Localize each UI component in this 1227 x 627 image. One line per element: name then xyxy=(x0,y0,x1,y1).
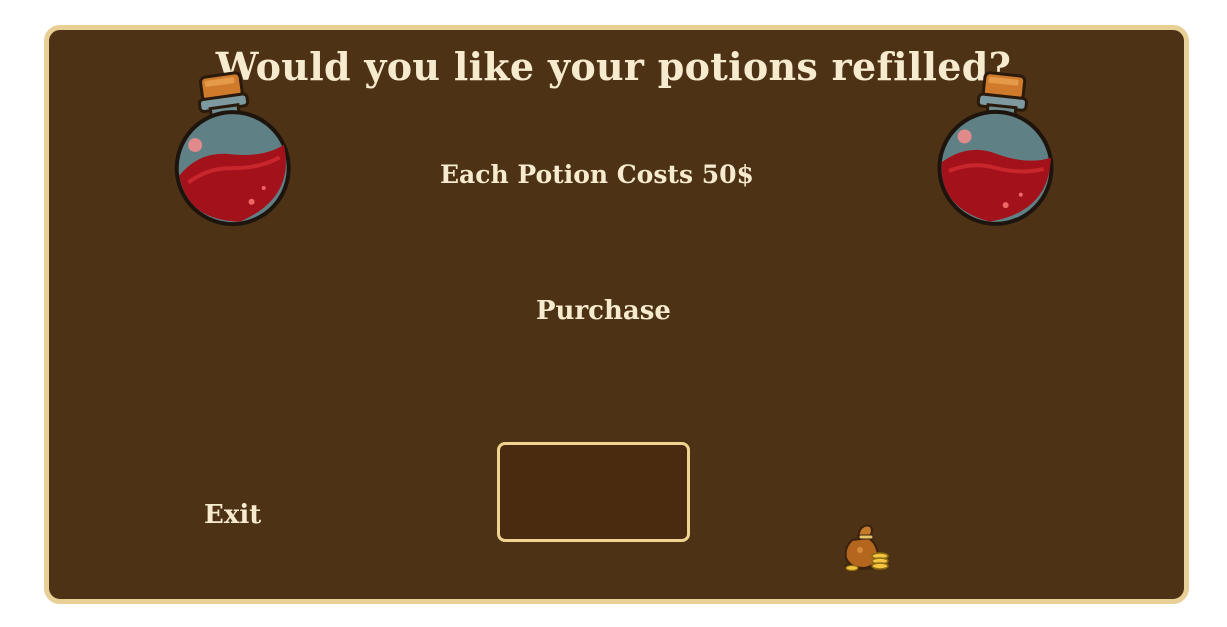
quantity-input-box[interactable] xyxy=(497,442,690,542)
red-potion-icon xyxy=(174,71,291,227)
exit-button[interactable]: Exit xyxy=(204,500,261,530)
money-bag-icon xyxy=(844,524,889,572)
red-potion-icon xyxy=(937,71,1054,226)
potion-cost-label: Each Potion Costs 50$ xyxy=(440,160,754,189)
purchase-button[interactable]: Purchase xyxy=(536,296,671,326)
